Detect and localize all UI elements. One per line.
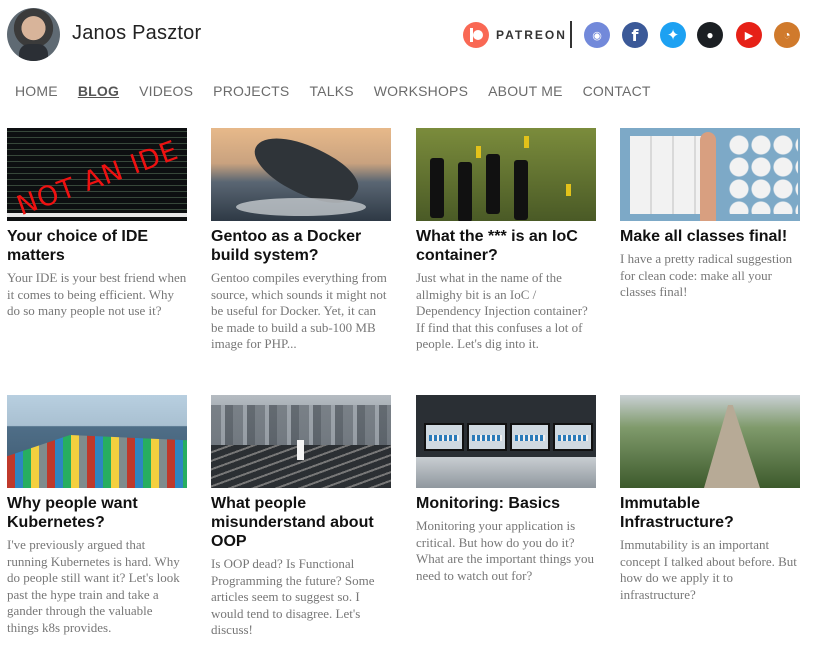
nav-contact[interactable]: CONTACT bbox=[583, 83, 651, 101]
post-excerpt: Monitoring your application is critical.… bbox=[416, 518, 594, 583]
site-header: Janos Pasztor PATREON ◉ f ✦ ● ▶ ◔ bbox=[0, 0, 813, 70]
post-excerpt: Your IDE is your best friend when it com… bbox=[7, 270, 187, 318]
post-thumbnail-usb-cables[interactable] bbox=[416, 128, 596, 221]
post-thumbnail-container-ship[interactable] bbox=[7, 395, 187, 488]
blog-card-immutable[interactable]: Immutable Infrastructure? Immutability i… bbox=[620, 395, 800, 603]
post-title[interactable]: Why people want Kubernetes? bbox=[7, 494, 187, 532]
nav-videos[interactable]: VIDEOS bbox=[139, 83, 193, 101]
post-title[interactable]: Monitoring: Basics bbox=[416, 494, 596, 513]
nav-talks[interactable]: TALKS bbox=[309, 83, 353, 101]
blog-card-final-classes[interactable]: Make all classes final! I have a pretty … bbox=[620, 128, 800, 301]
patreon-icon[interactable] bbox=[463, 22, 489, 48]
main-navigation: HOME BLOG VIDEOS PROJECTS TALKS WORKSHOP… bbox=[15, 83, 671, 101]
post-thumbnail-whale[interactable] bbox=[211, 128, 391, 221]
post-thumbnail-terminal[interactable]: NOT AN IDE bbox=[7, 128, 187, 221]
rss-icon[interactable]: ◔ bbox=[774, 22, 800, 48]
nav-projects[interactable]: PROJECTS bbox=[213, 83, 289, 101]
post-thumbnail-great-wall[interactable] bbox=[620, 395, 800, 488]
site-title[interactable]: Janos Pasztor bbox=[72, 22, 201, 45]
nav-home[interactable]: HOME bbox=[15, 83, 58, 101]
post-title[interactable]: Make all classes final! bbox=[620, 227, 800, 246]
blog-card-gentoo[interactable]: Gentoo as a Docker build system? Gentoo … bbox=[211, 128, 391, 353]
github-icon[interactable]: ● bbox=[697, 22, 723, 48]
discord-icon[interactable]: ◉ bbox=[584, 22, 610, 48]
twitter-icon[interactable]: ✦ bbox=[660, 22, 686, 48]
post-excerpt: I have a pretty radical suggestion for c… bbox=[620, 251, 793, 299]
post-thumbnail-monitors[interactable] bbox=[416, 395, 596, 488]
post-thumbnail-city-roads[interactable] bbox=[211, 395, 391, 488]
blog-card-ioc[interactable]: What the *** is an IoC container? Just w… bbox=[416, 128, 596, 353]
author-avatar[interactable] bbox=[7, 8, 60, 61]
post-excerpt: Immutability is an important concept I t… bbox=[620, 537, 797, 602]
post-excerpt: Just what in the name of the allmighy bi… bbox=[416, 270, 588, 351]
patreon-label[interactable]: PATREON bbox=[496, 28, 567, 42]
blog-card-ide[interactable]: NOT AN IDE Your choice of IDE matters Yo… bbox=[7, 128, 187, 320]
post-title[interactable]: What people misunderstand about OOP bbox=[211, 494, 391, 551]
nav-blog[interactable]: BLOG bbox=[78, 83, 119, 101]
post-excerpt: Is OOP dead? Is Functional Programming t… bbox=[211, 556, 375, 637]
post-title[interactable]: Immutable Infrastructure? bbox=[620, 494, 800, 532]
post-title[interactable]: Your choice of IDE matters bbox=[7, 227, 187, 265]
nav-workshops[interactable]: WORKSHOPS bbox=[374, 83, 468, 101]
blog-card-oop[interactable]: What people misunderstand about OOP Is O… bbox=[211, 395, 391, 639]
youtube-icon[interactable]: ▶ bbox=[736, 22, 762, 48]
post-title[interactable]: Gentoo as a Docker build system? bbox=[211, 227, 391, 265]
blog-card-monitoring[interactable]: Monitoring: Basics Monitoring your appli… bbox=[416, 395, 596, 584]
facebook-icon[interactable]: f bbox=[622, 22, 648, 48]
nav-about-me[interactable]: ABOUT ME bbox=[488, 83, 562, 101]
post-excerpt: Gentoo compiles everything from source, … bbox=[211, 270, 387, 351]
blog-card-kubernetes[interactable]: Why people want Kubernetes? I've previou… bbox=[7, 395, 187, 636]
post-thumbnail-puzzle[interactable] bbox=[620, 128, 800, 221]
social-divider bbox=[570, 21, 572, 48]
post-title[interactable]: What the *** is an IoC container? bbox=[416, 227, 596, 265]
post-excerpt: I've previously argued that running Kube… bbox=[7, 537, 180, 635]
